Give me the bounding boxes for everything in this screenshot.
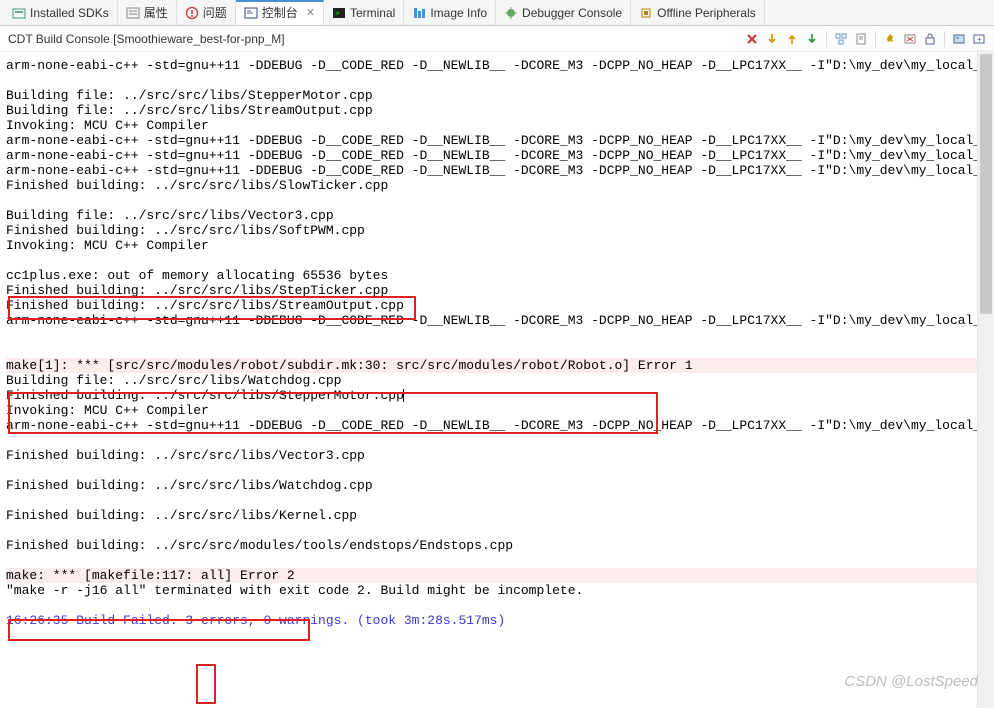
console-line: Building file: ../src/src/libs/Watchdog.… [6,373,988,388]
console-line: Invoking: MCU C++ Compiler [6,238,988,253]
console-line [6,328,988,343]
console-line: Finished building: ../src/src/libs/SoftP… [6,223,988,238]
console-line: Building file: ../src/src/libs/StreamOut… [6,103,988,118]
periph-icon [639,6,653,20]
doc-button[interactable] [852,30,870,48]
console-line [6,463,988,478]
sdk-icon [12,6,26,20]
tab-label: 问题 [203,4,227,21]
console-line [6,253,988,268]
console-line [6,628,988,643]
tab-label: Terminal [350,6,395,20]
console-line [6,193,988,208]
console-line: Finished building: ../src/src/modules/to… [6,538,988,553]
console-line: Building file: ../src/src/libs/Vector3.c… [6,208,988,223]
scroll-lock-button[interactable] [921,30,939,48]
console-line: Invoking: MCU C++ Compiler [6,403,988,418]
console-line [6,553,988,568]
console-output[interactable]: arm-none-eabi-c++ -std=gnu++11 -DDEBUG -… [0,52,994,708]
console-line: Finished building: ../src/src/libs/StepT… [6,283,988,298]
tab-属性[interactable]: 属性 [118,0,177,25]
console-line: Finished building: ../src/src/libs/Vecto… [6,448,988,463]
open-console-button[interactable] [950,30,968,48]
separator [826,31,827,47]
console-line: arm-none-eabi-c++ -std=gnu++11 -DDEBUG -… [6,58,988,73]
console-line: Finished building: ../src/src/libs/Strea… [6,298,988,313]
svg-text:+: + [977,35,982,44]
console-line: arm-none-eabi-c++ -std=gnu++11 -DDEBUG -… [6,163,988,178]
console-line: arm-none-eabi-c++ -std=gnu++11 -DDEBUG -… [6,148,988,163]
console-line: Invoking: MCU C++ Compiler [6,118,988,133]
text-caret [403,389,404,402]
tree-toggle-button[interactable] [832,30,850,48]
console-build-failed-line: 16:26:35 Build Failed. 3 errors, 0 warni… [6,613,988,628]
terminal-icon: > [332,6,346,20]
tab-label: 控制台 [262,4,298,21]
tab-label: Debugger Console [522,6,622,20]
separator [875,31,876,47]
console-line [6,433,988,448]
tab-image-info[interactable]: Image Info [404,0,496,25]
remove-button[interactable] [743,30,761,48]
tab-控制台[interactable]: 控制台 ✕ [236,0,324,25]
tab-debugger-console[interactable]: Debugger Console [496,0,631,25]
console-line [6,73,988,88]
clear-console-button[interactable] [901,30,919,48]
console-line: Finished building: ../src/src/libs/Stepp… [6,388,988,403]
console-title: CDT Build Console [Smoothieware_best-for… [0,28,737,50]
debug-icon [504,6,518,20]
console-line: Finished building: ../src/src/libs/SlowT… [6,178,988,193]
view-tabs: Installed SDKs 属性 问题 控制台 ✕ > Terminal Image Inf… [0,0,994,26]
separator [944,31,945,47]
console-line [6,598,988,613]
tab-installed-sdks[interactable]: Installed SDKs [4,0,118,25]
arrow-down-yellow-button[interactable] [763,30,781,48]
scrollbar-thumb[interactable] [980,54,992,314]
tab-label: Offline Peripherals [657,6,756,20]
pin-button[interactable] [881,30,899,48]
console-line: arm-none-eabi-c++ -std=gnu++11 -DDEBUG -… [6,313,988,328]
console-line [6,523,988,538]
console-line [6,343,988,358]
close-icon[interactable]: ✕ [306,6,315,19]
props-icon [126,6,140,20]
new-console-button[interactable]: + [970,30,988,48]
console-line: "make -r -j16 all" terminated with exit … [6,583,988,598]
console-error-line: make[1]: *** [src/src/modules/robot/subd… [6,358,988,373]
console-line [6,493,988,508]
console-line: Finished building: ../src/src/libs/Watch… [6,478,988,493]
tab-terminal[interactable]: > Terminal [324,0,404,25]
arrow-up-yellow-button[interactable] [783,30,801,48]
console-toolbar: + [737,27,994,51]
tab-问题[interactable]: 问题 [177,0,236,25]
console-icon [244,6,258,20]
svg-text:>: > [335,9,340,18]
console-line: cc1plus.exe: out of memory allocating 65… [6,268,988,283]
console-error-line: make: *** [makefile:117: all] Error 2 [6,568,988,583]
problems-icon [185,6,199,20]
console-line: Building file: ../src/src/libs/StepperMo… [6,88,988,103]
tab-label: 属性 [144,4,168,21]
arrow-down-green-button[interactable] [803,30,821,48]
tab-offline-peripherals[interactable]: Offline Peripherals [631,0,765,25]
imginfo-icon [412,6,426,20]
console-line: Finished building: ../src/src/libs/Kerne… [6,508,988,523]
vertical-scrollbar[interactable] [977,50,994,708]
console-line: arm-none-eabi-c++ -std=gnu++11 -DDEBUG -… [6,418,988,433]
tab-label: Installed SDKs [30,6,109,20]
console-line: arm-none-eabi-c++ -std=gnu++11 -DDEBUG -… [6,133,988,148]
tab-label: Image Info [430,6,487,20]
